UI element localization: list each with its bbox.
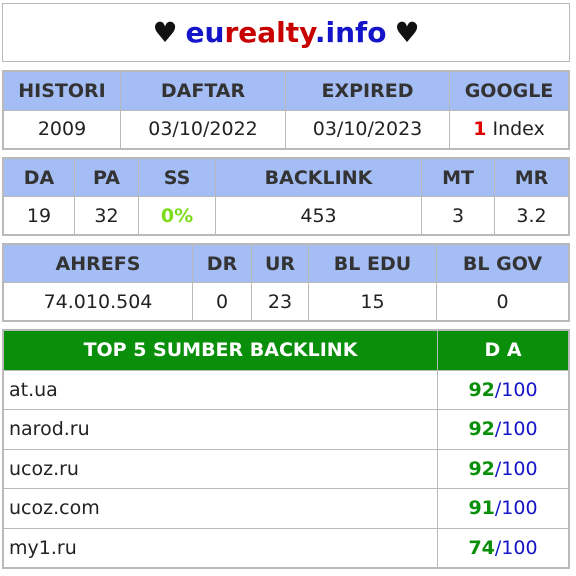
header-daftar: DAFTAR — [120, 71, 286, 111]
source-site: ucoz.com — [3, 488, 438, 529]
header-bl-edu: BL EDU — [308, 244, 437, 283]
value-ss: 0% — [138, 196, 216, 235]
table-row: ucoz.com 91/100 — [3, 488, 569, 529]
table-row: my1.ru 74/100 — [3, 527, 569, 568]
value-da: 19 — [3, 196, 75, 235]
value-histori: 2009 — [3, 109, 121, 149]
source-da: 74/100 — [437, 527, 569, 568]
source-site: ucoz.ru — [3, 448, 438, 489]
value-dr: 0 — [192, 282, 252, 321]
value-bl-edu: 15 — [308, 282, 437, 321]
value-ahrefs: 74.010.504 — [3, 282, 193, 321]
backlink-sources-table: TOP 5 SUMBER BACKLINK D A at.ua 92/100 n… — [2, 329, 570, 569]
header-bl-gov: BL GOV — [436, 244, 569, 283]
header-expired: EXPIRED — [285, 71, 450, 111]
value-ur: 23 — [251, 282, 309, 321]
header-source-da: D A — [437, 330, 569, 371]
site-domain: eurealty.info — [185, 16, 387, 49]
value-pa: 32 — [74, 196, 139, 235]
ahrefs-table: AHREFS DR UR BL EDU BL GOV 74.010.504 0 … — [2, 243, 570, 322]
heart-icon: ♥ — [394, 16, 420, 49]
header-mr: MR — [494, 158, 569, 197]
value-expired: 03/10/2023 — [285, 109, 450, 149]
metrics-table: DA PA SS BACKLINK MT MR 19 32 0% 453 3 3… — [2, 157, 570, 236]
header-backlink: BACKLINK — [215, 158, 422, 197]
site-title: ♥ eurealty.info ♥ — [2, 3, 570, 62]
header-dr: DR — [192, 244, 252, 283]
value-mr: 3.2 — [494, 196, 569, 235]
table-row: ucoz.ru 92/100 — [3, 448, 569, 489]
source-da: 92/100 — [437, 369, 569, 410]
value-backlink: 453 — [215, 196, 422, 235]
source-da: 91/100 — [437, 488, 569, 529]
value-bl-gov: 0 — [436, 282, 569, 321]
value-google: 1 Index — [449, 109, 569, 149]
header-top-sources: TOP 5 SUMBER BACKLINK — [3, 330, 438, 371]
header-histori: HISTORI — [3, 71, 121, 111]
header-ahrefs: AHREFS — [3, 244, 193, 283]
table-row: narod.ru 92/100 — [3, 409, 569, 450]
table-row: at.ua 92/100 — [3, 369, 569, 410]
source-da: 92/100 — [437, 409, 569, 450]
history-table: HISTORI DAFTAR EXPIRED GOOGLE 2009 03/10… — [2, 70, 570, 150]
header-ss: SS — [138, 158, 216, 197]
source-site: at.ua — [3, 369, 438, 410]
source-site: my1.ru — [3, 527, 438, 568]
header-da: DA — [3, 158, 75, 197]
header-google: GOOGLE — [449, 71, 569, 111]
header-pa: PA — [74, 158, 139, 197]
header-mt: MT — [421, 158, 495, 197]
value-daftar: 03/10/2022 — [120, 109, 286, 149]
header-ur: UR — [251, 244, 309, 283]
heart-icon: ♥ — [152, 16, 178, 49]
source-da: 92/100 — [437, 448, 569, 489]
source-site: narod.ru — [3, 409, 438, 450]
google-index-count: 1 — [473, 118, 487, 141]
value-mt: 3 — [421, 196, 495, 235]
google-index-label: Index — [486, 118, 545, 141]
